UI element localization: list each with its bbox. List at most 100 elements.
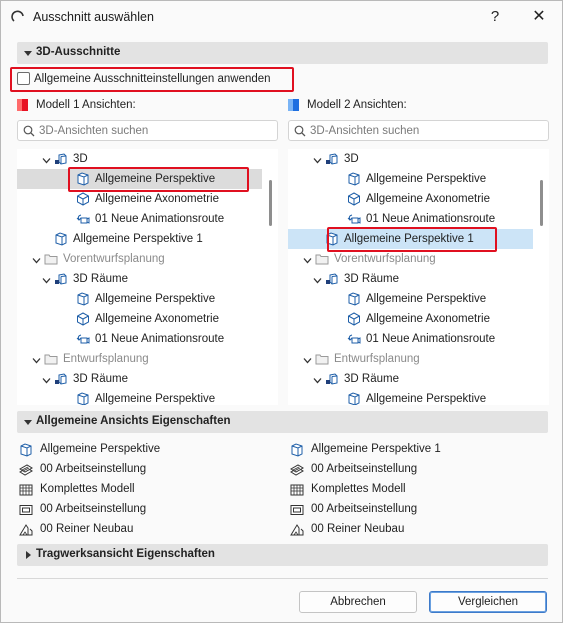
model2-tree-scrollbar[interactable] <box>540 180 543 226</box>
model1-tree-item-label: Allgemeine Perspektive <box>95 293 216 305</box>
model2-tree-item-label: Allgemeine Perspektive <box>366 173 487 185</box>
animation-camera-icon <box>76 212 90 226</box>
model2-property-label: Allgemeine Perspektive 1 <box>311 443 441 455</box>
model1-property-label: 00 Arbeitseinstellung <box>40 463 147 475</box>
collapse-triangle-icon <box>24 51 32 56</box>
chevron-down-icon[interactable] <box>313 275 322 284</box>
close-button[interactable]: ✕ <box>529 7 549 27</box>
axonometry-cube-icon <box>76 312 90 326</box>
model2-tree-item[interactable]: Vorentwurfsplanung <box>288 249 533 269</box>
perspective-cube-icon <box>290 443 304 457</box>
chevron-down-icon[interactable] <box>42 275 51 284</box>
chevron-down-icon[interactable] <box>303 355 312 364</box>
model1-search-input[interactable] <box>39 122 269 139</box>
cancel-button[interactable]: Abbrechen <box>299 591 417 613</box>
apply-general-settings-checkbox[interactable] <box>17 72 30 85</box>
model2-tree-item[interactable]: Entwurfsplanung <box>288 349 533 369</box>
folder-icon <box>44 352 58 366</box>
perspective-cube-icon <box>76 172 90 186</box>
model2-view-tree[interactable]: 3D Allgemeine Perspektive Allgemeine Axono… <box>288 149 549 405</box>
model2-search-input[interactable] <box>310 122 540 139</box>
perspective-cube-icon <box>54 232 68 246</box>
compare-button[interactable]: Vergleichen <box>429 591 547 613</box>
perspective-cube-icon <box>347 172 361 186</box>
chevron-down-icon[interactable] <box>313 375 322 384</box>
model1-color-swatch <box>17 99 28 111</box>
model2-tree-item-label: Entwurfsplanung <box>334 353 420 365</box>
model2-tree-item[interactable]: 01 Neue Animationsroute <box>288 329 533 349</box>
section-structural-props-label: Tragwerksansicht Eigenschaften <box>36 548 215 560</box>
search-icon <box>23 125 35 137</box>
folder-icon <box>315 352 329 366</box>
model-view-icon <box>290 483 304 497</box>
model1-property-label: 00 Reiner Neubau <box>40 523 134 535</box>
model1-tree-item[interactable]: Entwurfsplanung <box>17 349 262 369</box>
model1-search[interactable] <box>17 120 278 141</box>
chevron-down-icon[interactable] <box>32 255 41 264</box>
model1-tree-item-label: 01 Neue Animationsroute <box>95 333 225 345</box>
model2-tree-item[interactable]: Allgemeine Perspektive <box>288 169 533 189</box>
perspective-cube-icon <box>19 443 33 457</box>
model1-tree-item[interactable]: Allgemeine Axonometrie <box>17 309 262 329</box>
collapse-triangle-icon <box>24 420 32 425</box>
model2-color-swatch <box>288 99 299 111</box>
model2-tree-item-label: Allgemeine Perspektive <box>366 393 487 405</box>
help-button[interactable]: ? <box>485 7 505 27</box>
search-icon <box>294 125 306 137</box>
axonometry-cube-icon <box>76 192 90 206</box>
model1-tree-item-label: 3D Räume <box>73 273 128 285</box>
section-general-props-header[interactable]: Allgemeine Ansichts Eigenschaften <box>17 411 548 433</box>
model2-tree-item-label: 01 Neue Animationsroute <box>366 213 496 225</box>
model1-tree-item[interactable]: 3D <box>17 149 262 169</box>
model1-tree-scrollbar[interactable] <box>269 180 272 226</box>
footer-divider <box>17 578 548 579</box>
model1-tree-item[interactable]: 3D Räume <box>17 269 262 289</box>
chevron-down-icon[interactable] <box>42 375 51 384</box>
model2-tree-item[interactable]: Allgemeine Perspektive <box>288 389 533 405</box>
app-icon <box>11 10 24 22</box>
model2-tree-item-label: Allgemeine Axonometrie <box>366 313 491 325</box>
model2-tree-item[interactable]: 01 Neue Animationsroute <box>288 209 533 229</box>
model1-tree-item[interactable]: Vorentwurfsplanung <box>17 249 262 269</box>
model1-tree-item[interactable]: 01 Neue Animationsroute <box>17 329 262 349</box>
model1-tree-item-label: Allgemeine Axonometrie <box>95 313 220 325</box>
model2-swatch-dark <box>293 99 299 111</box>
model1-tree-item[interactable]: Allgemeine Perspektive <box>17 169 262 189</box>
model2-tree-item[interactable]: Allgemeine Perspektive 1 <box>288 229 533 249</box>
chevron-down-icon[interactable] <box>313 155 322 164</box>
view-3d-icon <box>54 152 68 166</box>
model1-tree-item-label: Allgemeine Perspektive 1 <box>73 233 203 245</box>
model2-tree-item[interactable]: 3D Räume <box>288 369 533 389</box>
model2-tree-item-label: Allgemeine Axonometrie <box>366 193 491 205</box>
chevron-down-icon[interactable] <box>303 255 312 264</box>
animation-camera-icon <box>347 212 361 226</box>
model1-tree-item[interactable]: Allgemeine Perspektive <box>17 289 262 309</box>
model2-search[interactable] <box>288 120 549 141</box>
model2-tree-item[interactable]: Allgemeine Axonometrie <box>288 309 533 329</box>
view-3d-icon <box>54 372 68 386</box>
display-options-icon <box>19 503 33 517</box>
expand-triangle-icon <box>26 551 31 559</box>
model1-tree-item-label: Allgemeine Axonometrie <box>95 193 220 205</box>
model1-tree-item[interactable]: Allgemeine Axonometrie <box>17 189 262 209</box>
chevron-down-icon[interactable] <box>32 355 41 364</box>
section-structural-props-header[interactable]: Tragwerksansicht Eigenschaften <box>17 544 548 566</box>
model1-tree-item[interactable]: 01 Neue Animationsroute <box>17 209 262 229</box>
model1-tree-item[interactable]: Allgemeine Perspektive <box>17 389 262 405</box>
model2-tree-item[interactable]: 3D <box>288 149 533 169</box>
view-3d-icon <box>325 372 339 386</box>
model1-tree-item[interactable]: Allgemeine Perspektive 1 <box>17 229 262 249</box>
renovation-filter-icon <box>290 523 304 537</box>
perspective-cube-icon <box>76 292 90 306</box>
model2-property-label: 00 Arbeitseinstellung <box>311 503 418 515</box>
model1-view-tree[interactable]: 3D Allgemeine Perspektive Allgemeine Axono… <box>17 149 278 405</box>
model2-tree-item[interactable]: Allgemeine Perspektive <box>288 289 533 309</box>
model-view-icon <box>19 483 33 497</box>
section-3d-views-header[interactable]: 3D-Ausschnitte <box>17 42 548 64</box>
model1-tree-item[interactable]: 3D Räume <box>17 369 262 389</box>
model2-tree-item[interactable]: Allgemeine Axonometrie <box>288 189 533 209</box>
model2-tree-item[interactable]: 3D Räume <box>288 269 533 289</box>
chevron-down-icon[interactable] <box>42 155 51 164</box>
model1-swatch-dark <box>22 99 28 111</box>
model1-tree-item-label: Vorentwurfsplanung <box>63 253 165 265</box>
